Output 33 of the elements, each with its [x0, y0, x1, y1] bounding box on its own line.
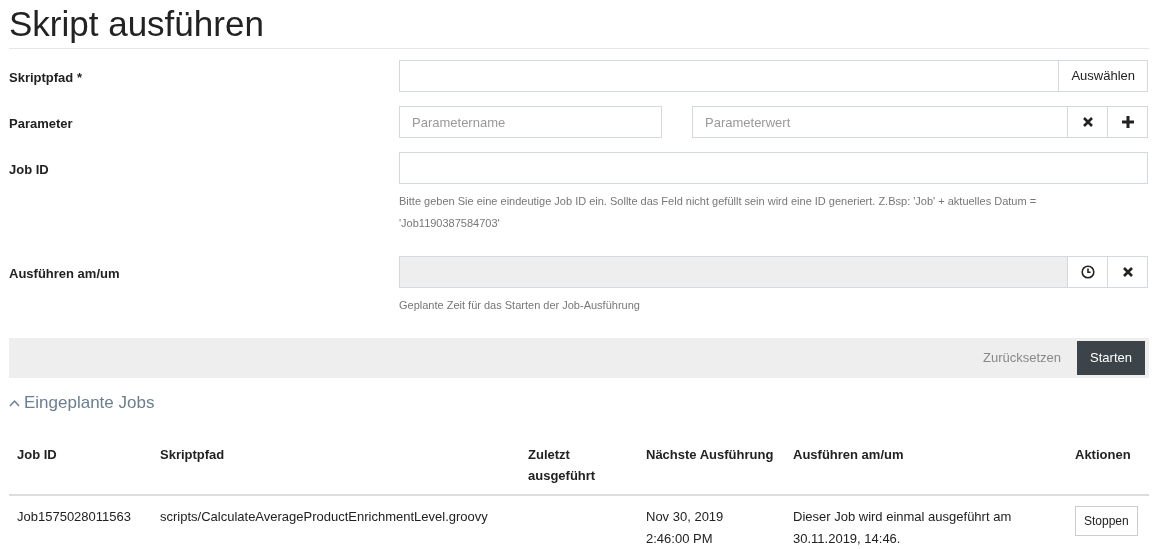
field-label: Parameter: [9, 115, 74, 133]
field-label: Ausführen am/um: [9, 265, 121, 283]
field-label: Skriptpfad *: [9, 69, 83, 87]
select-button[interactable]: Auswählen: [1059, 60, 1148, 92]
field-label: Job ID: [9, 161, 50, 179]
table-cell: Dieser Job wird einmal ausgeführt am 30.11.2019, 14:46.: [785, 494, 1067, 549]
page-title: Skript ausführen: [9, 0, 1149, 49]
clock-icon: [1080, 265, 1095, 279]
plus-icon: [1120, 115, 1135, 129]
section-toggle[interactable]: Eingeplante Jobs: [9, 390, 155, 416]
column-header: Nächste Ausführung: [638, 437, 785, 495]
close-icon: [1121, 266, 1134, 278]
table-cell: Nov 30, 2019 2:46:00 PM: [638, 494, 785, 549]
clear-button[interactable]: [1108, 256, 1148, 288]
column-header: Zuletzt ausgeführt: [520, 437, 638, 495]
add-button[interactable]: [1108, 106, 1148, 138]
column-header: Job ID: [9, 437, 152, 495]
parameter-name-field[interactable]: Parametername: [399, 106, 662, 138]
help-text: Bitte geben Sie eine eindeutige Job ID ein. Sollte das Feld nicht gefüllt sein wird eine ID generiert. Z.Bsp: 'Job' + aktuelles Datum = 'Job1190387584703': [399, 194, 1038, 231]
remove-button[interactable]: [1068, 106, 1108, 138]
script-path-field[interactable]: [399, 60, 1060, 92]
table-cell: scripts/CalculateAverageProductEnrichmentLevel.groovy: [152, 494, 520, 549]
close-icon: [1081, 116, 1094, 128]
column-header: Skriptpfad: [152, 437, 520, 495]
help-text: Geplante Zeit für das Starten der Job-Ausführung: [399, 298, 641, 313]
start-button[interactable]: Starten: [1077, 341, 1145, 375]
stop-button[interactable]: Stoppen: [1075, 505, 1138, 536]
column-header: Ausführen am/um: [785, 437, 1067, 495]
parameter-value-field[interactable]: Parameterwert: [692, 106, 1068, 138]
table-cell: Job1575028011563: [9, 494, 152, 549]
time-picker-button[interactable]: [1068, 256, 1108, 288]
column-header: Aktionen: [1067, 437, 1149, 495]
job-id-field[interactable]: [399, 152, 1148, 184]
